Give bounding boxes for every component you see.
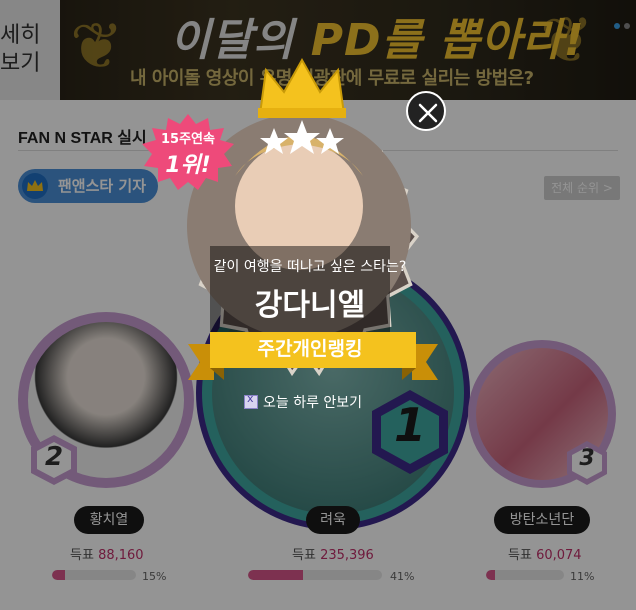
checkbox-icon[interactable] xyxy=(244,392,258,409)
close-icon xyxy=(418,103,438,123)
streak-rank: 1위! xyxy=(165,153,211,178)
popup-question: 같이 여행을 떠나고 싶은 스타는? xyxy=(213,259,407,275)
streak-weeks: 15주연속 xyxy=(161,132,215,147)
popup-star-name: 강다니엘 xyxy=(254,288,366,323)
crown-icon xyxy=(258,57,346,115)
close-button[interactable] xyxy=(406,91,446,131)
dont-show-today-label: 오늘 하루 안보기 xyxy=(263,395,363,411)
dont-show-today-checkbox[interactable]: 오늘 하루 안보기 xyxy=(244,392,362,412)
weekly-ranking-label: 주간개인랭킹 xyxy=(257,338,363,360)
crown-band xyxy=(258,108,346,118)
streak-badge: 15주연속 1위! xyxy=(142,128,234,179)
